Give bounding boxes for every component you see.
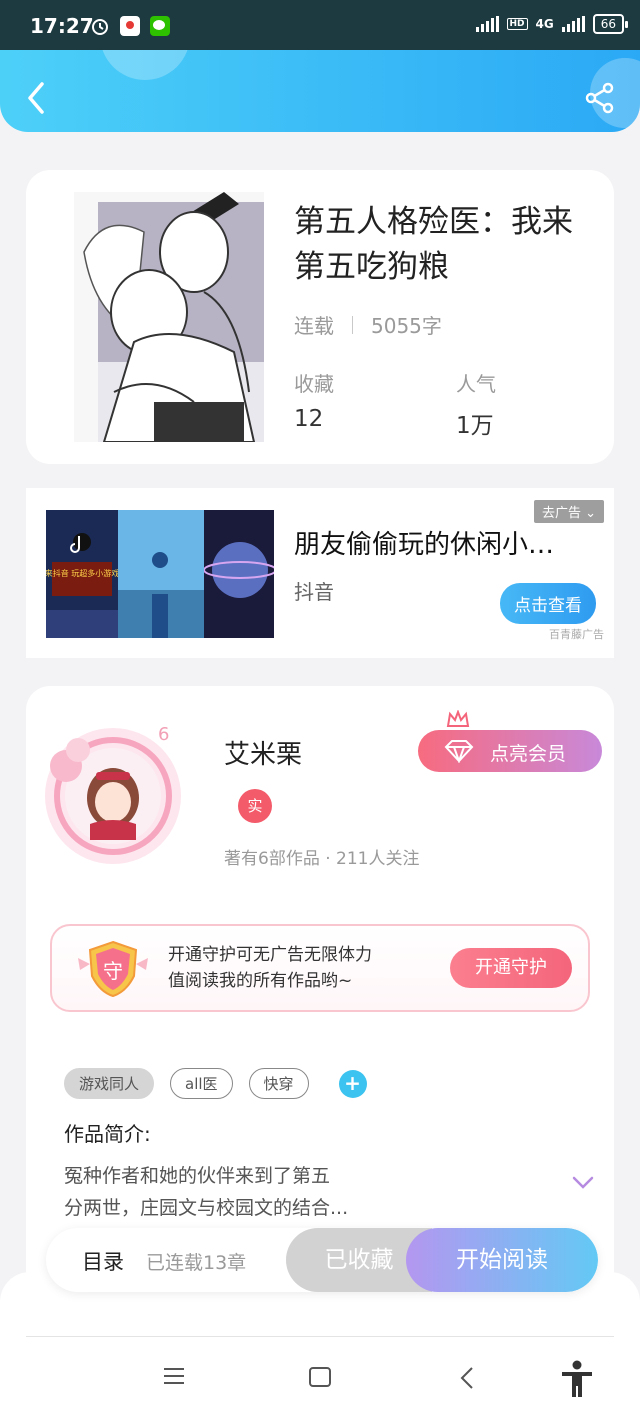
toc-button[interactable]: 目录 (82, 1246, 124, 1276)
favorites-value: 12 (294, 406, 324, 432)
chapter-count: 已连载13章 (146, 1252, 247, 1274)
book-cover-image[interactable] (74, 192, 264, 442)
status-bar: 17:27 HD 4G 66 (0, 0, 640, 50)
meta-divider (352, 315, 353, 334)
ad-banner[interactable]: 来抖音 玩超多小游戏 朋友偷偷玩的休闲小游戏 抖音 去广告 ⌄ 点击查看 百青藤… (26, 488, 614, 658)
tag-item[interactable]: 快穿 (248, 1068, 309, 1099)
map-app-icon (120, 16, 140, 36)
book-meta: 连载 5055字 (294, 310, 442, 339)
verified-badge: 实 (238, 789, 272, 823)
back-icon[interactable] (22, 80, 52, 116)
popularity-value: 1万 (456, 413, 494, 439)
ad-brand: 百青藤广告 (549, 628, 604, 641)
tag-item[interactable]: 游戏同人 (64, 1068, 155, 1099)
signal-icon (475, 16, 499, 32)
vip-membership-button[interactable]: 点亮会员 (418, 730, 602, 772)
favorites-label: 收藏 (294, 372, 334, 396)
tag-item[interactable]: all医 (170, 1068, 233, 1099)
home-icon[interactable] (308, 1366, 332, 1388)
system-nav-bar (0, 1272, 640, 1422)
book-info-card: 第五人格殓医：我来第五吃狗粮 连载 5055字 收藏 12 人气 1万 (26, 170, 614, 464)
open-guard-button[interactable]: 开通守护 (450, 948, 572, 988)
intro-line-1: 冤种作者和她的伙伴来到了第五 (64, 1165, 331, 1187)
divider (26, 1336, 614, 1337)
vip-label: 点亮会员 (490, 743, 567, 765)
network-type: 4G (535, 17, 554, 31)
bottom-action-bar: 目录 已连载13章 已收藏 开始阅读 (46, 1228, 598, 1292)
ad-view-button[interactable]: 点击查看 (500, 583, 596, 624)
author-name[interactable]: 艾米栗 (224, 734, 302, 771)
guard-line-1: 开通守护可无广告无限体力 (168, 945, 372, 965)
back-nav-icon[interactable] (458, 1366, 476, 1390)
menu-icon[interactable] (162, 1366, 186, 1386)
status-time: 17:27 (30, 14, 94, 38)
guard-line-2: 值阅读我的所有作品哟~ (168, 971, 353, 991)
hd-badge: HD (506, 18, 528, 30)
ad-title[interactable]: 朋友偷偷玩的休闲小游戏 (294, 524, 574, 561)
tag-list: 游戏同人 all医 快穿 + (64, 1068, 367, 1099)
book-title: 第五人格殓医：我来第五吃狗粮 (294, 204, 573, 285)
ad-image-strip[interactable]: 来抖音 玩超多小游戏 (46, 510, 274, 638)
top-header (0, 50, 640, 132)
ad-image: 来抖音 玩超多小游戏 (46, 510, 118, 638)
ad-banner-text: 来抖音 玩超多小游戏 (46, 568, 118, 578)
battery-indicator: 66 (592, 14, 629, 34)
ad-image (204, 510, 274, 638)
alarm-icon (92, 19, 108, 35)
wechat-icon (150, 16, 170, 36)
shield-icon: 守 (78, 940, 148, 998)
book-status: 连载 (294, 314, 334, 338)
crown-icon (446, 710, 470, 727)
diamond-icon (444, 740, 474, 763)
book-word-count: 5055字 (371, 314, 442, 338)
intro-line-2: 分两世，庄园文与校园文的结合... (64, 1197, 349, 1219)
intro-heading: 作品简介: (64, 1122, 151, 1146)
decor-bubble (100, 50, 190, 80)
guard-icon-text: 守 (103, 959, 123, 983)
remove-ad-button[interactable]: 去广告 ⌄ (533, 500, 604, 523)
accessibility-icon[interactable] (560, 1360, 594, 1398)
intro-text: 冤种作者和她的伙伴来到了第五 分两世，庄园文与校园文的结合... (64, 1160, 404, 1224)
author-level-badge: 6 (158, 724, 169, 745)
ad-image (118, 510, 204, 638)
remove-ad-label: 去广告 (541, 506, 581, 521)
signal-icon-2 (561, 16, 585, 32)
start-reading-button[interactable]: 开始阅读 (406, 1228, 598, 1292)
guard-promo: 守 开通守护可无广告无限体力 值阅读我的所有作品哟~ 开通守护 (50, 924, 590, 1012)
author-avatar[interactable]: 6 (38, 716, 188, 866)
share-icon[interactable] (584, 82, 616, 114)
guard-description: 开通守护可无广告无限体力 值阅读我的所有作品哟~ (168, 942, 372, 994)
chevron-down-icon[interactable] (572, 1176, 594, 1190)
ad-source: 抖音 (294, 580, 334, 604)
popularity-label: 人气 (456, 372, 496, 396)
chevron-down-icon: ⌄ (585, 506, 596, 521)
author-stats: 著有6部作品 · 211人关注 (224, 849, 420, 869)
add-tag-button[interactable]: + (338, 1069, 367, 1098)
